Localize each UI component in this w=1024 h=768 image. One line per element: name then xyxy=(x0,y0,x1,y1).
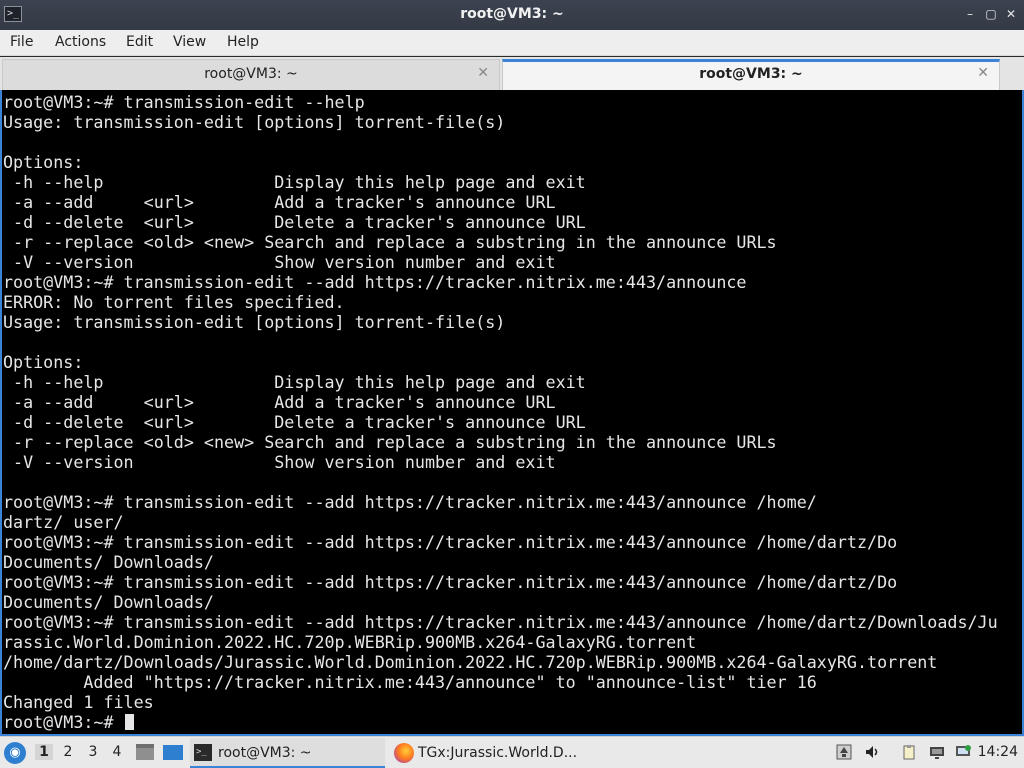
terminal-line: Options: xyxy=(3,352,84,372)
terminal-line: rassic.World.Dominion.2022.HC.720p.WEBRi… xyxy=(3,632,697,652)
tab-close-icon[interactable]: ✕ xyxy=(977,65,989,81)
menu-edit[interactable]: Edit xyxy=(126,34,153,50)
start-menu-icon[interactable]: ◉ xyxy=(4,742,26,764)
close-icon[interactable]: ✕ xyxy=(1003,6,1019,22)
terminal-line: /home/dartz/Downloads/Jurassic.World.Dom… xyxy=(3,652,938,672)
file-manager-icon[interactable] xyxy=(136,744,154,760)
menu-view[interactable]: View xyxy=(173,34,206,50)
terminal-line: Documents/ Downloads/ xyxy=(3,592,214,612)
menu-actions[interactable]: Actions xyxy=(55,34,106,50)
terminal-line: Usage: transmission-edit [options] torre… xyxy=(3,312,506,332)
task-label: TGx:Jurassic.World.D... xyxy=(418,745,578,761)
terminal-history: root@VM3:~# transmission-edit --help Usa… xyxy=(3,92,998,712)
network-icon[interactable] xyxy=(955,744,971,760)
terminal-line: root@VM3:~# transmission-edit --add http… xyxy=(3,612,998,632)
terminal-line: -V --version Show version number and exi… xyxy=(13,452,556,472)
terminal-icon: >_ xyxy=(194,744,212,761)
terminal-line: -r --replace <old> <new> Search and repl… xyxy=(13,232,777,252)
tab-bar: root@VM3: ~ ✕ root@VM3: ~ ✕ xyxy=(0,57,1024,90)
terminal-line: dartz/ user/ xyxy=(3,512,124,532)
terminal-line: root@VM3:~# transmission-edit --add http… xyxy=(3,572,898,592)
firefox-icon xyxy=(394,743,414,763)
terminal-line: -h --help Display this help page and exi… xyxy=(13,172,586,192)
terminal-line: -d --delete <url> Delete a tracker's ann… xyxy=(13,412,586,432)
terminal-line: Options: xyxy=(3,152,84,172)
terminal-line: ERROR: No torrent files specified. xyxy=(3,292,345,312)
menu-help[interactable]: Help xyxy=(227,34,259,50)
terminal-line: -r --replace <old> <new> Search and repl… xyxy=(13,432,777,452)
terminal-line: Added "https://tracker.nitrix.me:443/ann… xyxy=(83,672,817,692)
display-icon[interactable] xyxy=(929,744,945,760)
workspace-1[interactable]: 1 xyxy=(35,744,53,760)
terminal-line: root@VM3:~# transmission-edit --add http… xyxy=(3,492,817,512)
terminal-line: Changed 1 files xyxy=(3,692,154,712)
terminal-line: -a --add <url> Add a tracker's announce … xyxy=(13,392,556,412)
terminal-cursor xyxy=(124,714,134,730)
task-terminal[interactable]: >_ root@VM3: ~ xyxy=(190,738,385,768)
terminal-prompt: root@VM3:~# xyxy=(3,712,124,732)
tab-terminal-1[interactable]: root@VM3: ~ ✕ xyxy=(2,59,500,90)
clipboard-icon[interactable] xyxy=(901,744,917,760)
workspace-3[interactable]: 3 xyxy=(84,744,102,760)
task-firefox[interactable]: TGx:Jurassic.World.D... xyxy=(390,738,590,768)
menu-bar: File Actions Edit View Help xyxy=(0,30,1024,56)
terminal-line: -a --add <url> Add a tracker's announce … xyxy=(13,192,556,212)
updates-icon[interactable] xyxy=(836,744,852,760)
terminal-line: Usage: transmission-edit [options] torre… xyxy=(3,112,506,132)
workspace-4[interactable]: 4 xyxy=(108,744,126,760)
terminal-view[interactable]: root@VM3:~# transmission-edit --help Usa… xyxy=(0,90,1024,736)
tab-close-icon[interactable]: ✕ xyxy=(477,65,489,81)
task-label: root@VM3: ~ xyxy=(218,745,312,761)
tab-label: root@VM3: ~ xyxy=(699,66,803,82)
terminal-line: -d --delete <url> Delete a tracker's ann… xyxy=(13,212,586,232)
tab-label: root@VM3: ~ xyxy=(204,66,298,82)
terminal-line: Documents/ Downloads/ xyxy=(3,552,214,572)
volume-icon[interactable] xyxy=(864,744,880,760)
clock[interactable]: 14:24 xyxy=(978,744,1018,760)
terminal-line: root@VM3:~# transmission-edit --help xyxy=(3,92,365,112)
terminal-line: -h --help Display this help page and exi… xyxy=(13,372,586,392)
workspace-2[interactable]: 2 xyxy=(59,744,77,760)
terminal-line: -V --version Show version number and exi… xyxy=(13,252,556,272)
terminal-line: root@VM3:~# transmission-edit --add http… xyxy=(3,272,747,292)
terminal-output: root@VM3:~# transmission-edit --help Usa… xyxy=(3,92,998,732)
title-bar: >_ root@VM3: ~ – ▢ ✕ xyxy=(0,0,1024,30)
taskbar: ◉ 1 2 3 4 >_ root@VM3: ~ TGx:Jurassic.Wo… xyxy=(0,736,1024,768)
menu-file[interactable]: File xyxy=(10,34,33,50)
maximize-icon[interactable]: ▢ xyxy=(983,6,999,22)
terminal-line: root@VM3:~# transmission-edit --add http… xyxy=(3,532,898,552)
show-desktop-icon[interactable] xyxy=(163,745,183,760)
window-title: root@VM3: ~ xyxy=(460,6,564,22)
tab-terminal-2[interactable]: root@VM3: ~ ✕ xyxy=(502,59,1000,90)
minimize-icon[interactable]: – xyxy=(962,6,978,22)
